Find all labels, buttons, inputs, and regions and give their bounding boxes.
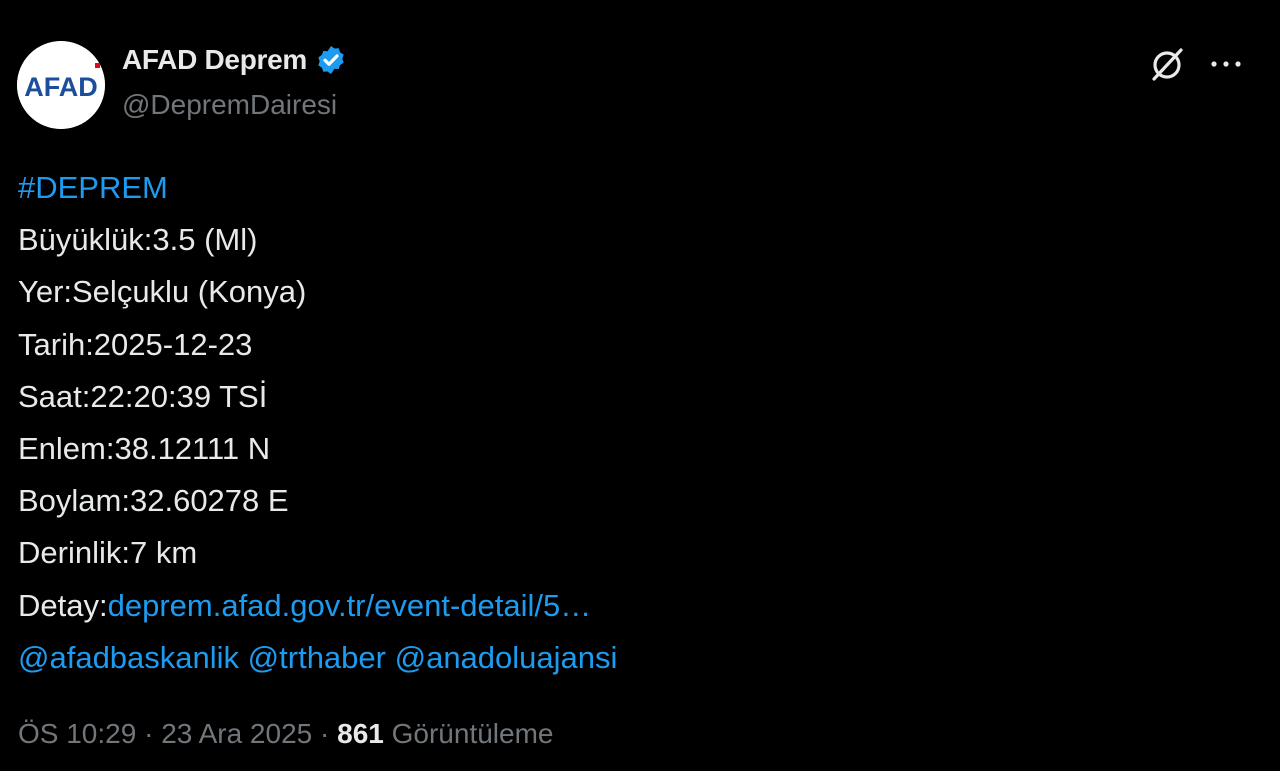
depth-line: Derinlik:7 km bbox=[18, 535, 198, 571]
tweet-meta: ÖS 10:29 · 23 Ara 2025 · 861 Görüntüleme bbox=[18, 718, 554, 750]
time-line: Saat:22:20:39 TSİ bbox=[18, 378, 268, 414]
meta-separator: · bbox=[136, 718, 162, 749]
more-options-icon[interactable] bbox=[1206, 50, 1246, 78]
views-count: 861 bbox=[337, 718, 384, 749]
tweet: AFAD AFAD Deprem @DepremDairesi #DEPREM … bbox=[0, 0, 1280, 771]
post-time[interactable]: ÖS 10:29 bbox=[18, 718, 136, 749]
latitude-line: Enlem:38.12111 N bbox=[18, 431, 271, 467]
mention-afadbaskanlik[interactable]: @afadbaskanlik bbox=[18, 640, 239, 675]
mention-trthaber[interactable]: @trthaber bbox=[248, 640, 386, 675]
longitude-line: Boylam:32.60278 E bbox=[18, 483, 289, 519]
display-name[interactable]: AFAD Deprem bbox=[122, 44, 307, 76]
views-label: Görüntüleme bbox=[391, 718, 554, 749]
hashtag-link[interactable]: #DEPREM bbox=[18, 170, 168, 205]
date-line: Tarih:2025-12-23 bbox=[18, 326, 253, 362]
post-date[interactable]: 23 Ara 2025 bbox=[161, 718, 312, 749]
avatar[interactable]: AFAD bbox=[17, 41, 105, 129]
tweet-text: #DEPREM Büyüklük:3.5 (Ml) Yer:Selçuklu (… bbox=[18, 162, 617, 684]
location-line: Yer:Selçuklu (Konya) bbox=[18, 274, 307, 310]
detail-label: Detay: bbox=[18, 587, 108, 623]
grok-icon[interactable] bbox=[1148, 45, 1186, 83]
detail-link[interactable]: deprem.afad.gov.tr/event-detail/5… bbox=[108, 588, 592, 623]
avatar-text: AFAD bbox=[24, 72, 98, 102]
verified-badge-icon[interactable] bbox=[315, 44, 347, 76]
meta-separator: · bbox=[312, 718, 338, 749]
magnitude-line: Büyüklük:3.5 (Ml) bbox=[18, 222, 258, 258]
afad-logo: AFAD bbox=[17, 41, 105, 129]
author-name-row: AFAD Deprem bbox=[122, 44, 347, 76]
mention-anadoluajansi[interactable]: @anadoluajansi bbox=[395, 640, 618, 675]
handle[interactable]: @DepremDairesi bbox=[122, 89, 337, 121]
